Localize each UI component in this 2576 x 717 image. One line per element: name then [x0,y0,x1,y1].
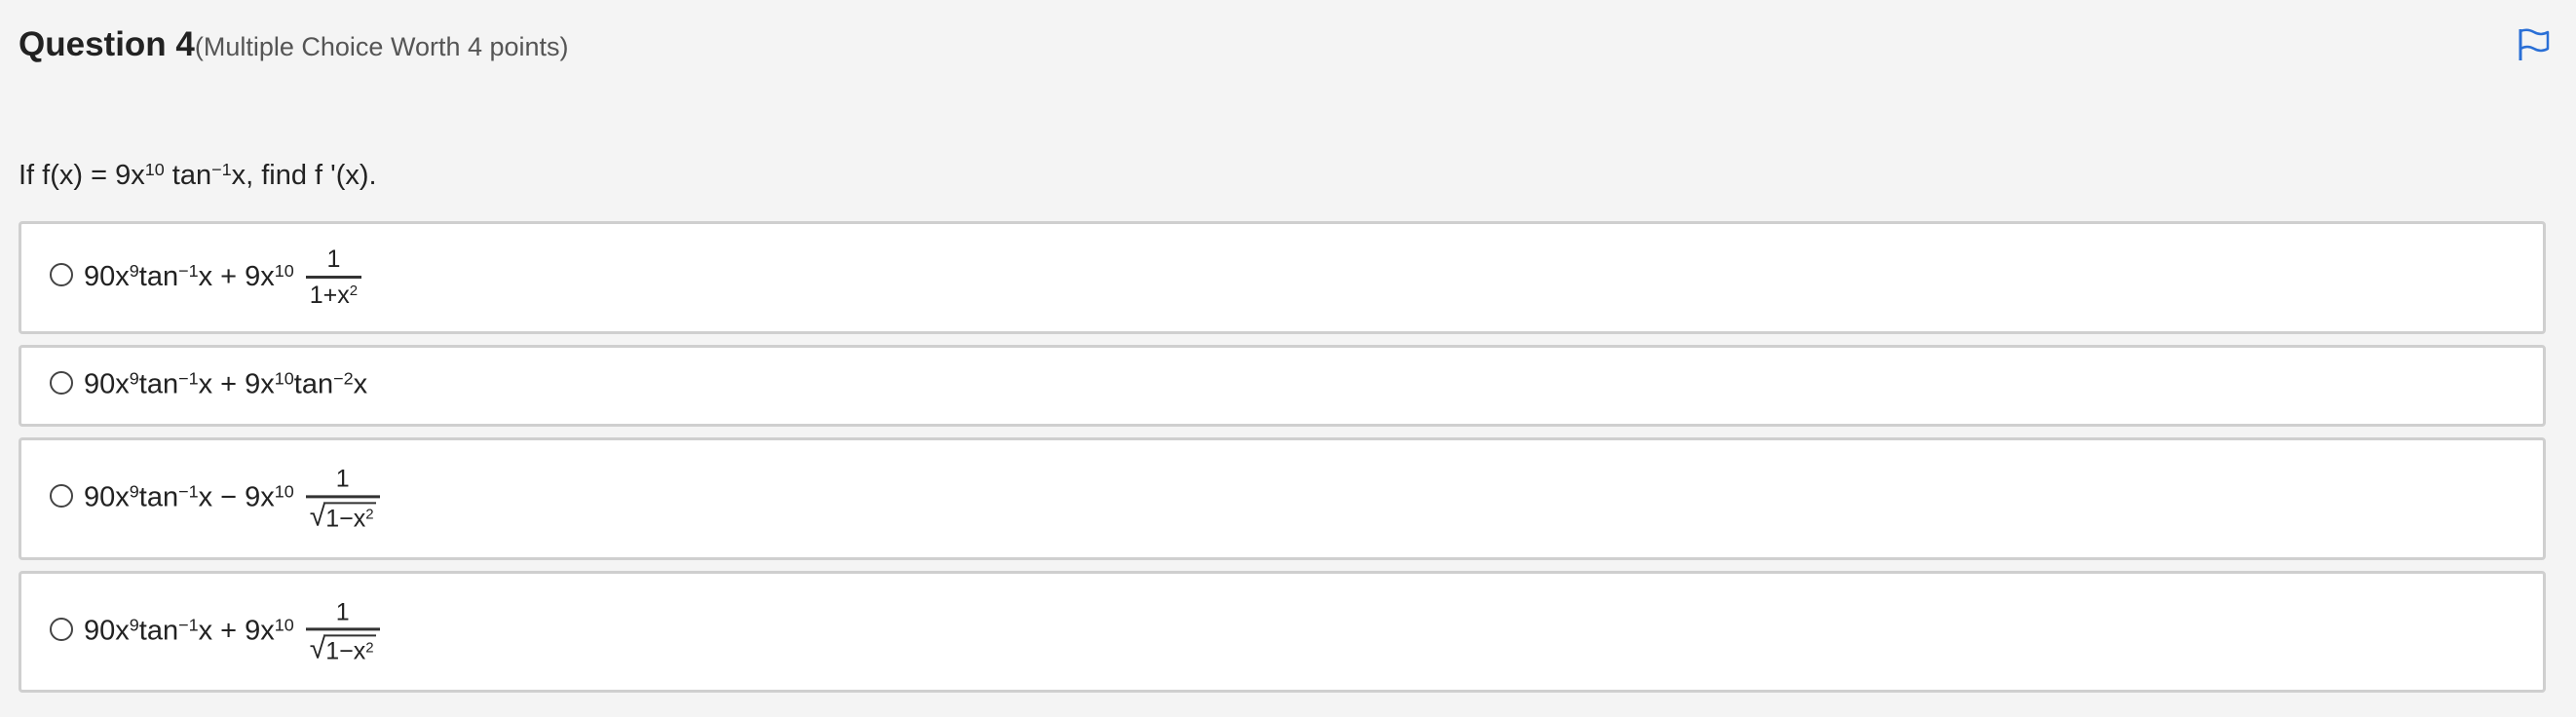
flag-button[interactable] [2518,27,2551,62]
answer-option-4[interactable]: 90x9tan−1x + 9x10 1 √ 1−x2 [19,571,2546,693]
formula-lead: 90x9tan−1x + 9x10tan−2x [84,368,368,400]
radicand: 1−x2 [323,501,376,531]
numerator: 1 [335,465,350,493]
radicand: 1−x2 [323,634,376,664]
answer-option-2[interactable]: 90x9tan−1x + 9x10tan−2x [19,345,2546,427]
fraction: 1 1+x2 [305,245,362,309]
radio-button[interactable] [50,371,73,395]
question-worth: (Multiple Choice Worth 4 points) [194,32,569,61]
denominator: √ 1−x2 [306,498,380,532]
radio-button[interactable] [50,263,73,286]
denominator: √ 1−x2 [306,630,380,664]
denominator: 1+x2 [309,281,359,309]
prompt-text: If f(x) = 9x [19,160,145,191]
answer-option-3[interactable]: 90x9tan−1x − 9x10 1 √ 1−x2 [19,437,2546,560]
numerator: 1 [326,245,341,273]
numerator: 1 [335,597,350,625]
formula-lead: 90x9tan−1x + 9x10 [84,260,294,292]
question-page: Question 4(Multiple Choice Worth 4 point… [0,0,2576,717]
formula-lead: 90x9tan−1x + 9x10 [84,615,294,646]
prompt-text: tan [164,160,212,191]
option-formula: 90x9tan−1x − 9x10 1 √ 1−x2 [84,466,380,531]
formula-lead: 90x9tan−1x − 9x10 [84,481,294,513]
question-prompt: If f(x) = 9x10 tan−1x, find f '(x). [19,160,377,192]
answer-option-1[interactable]: 90x9tan−1x + 9x10 1 1+x2 [19,221,2546,334]
question-title: Question 4 [19,25,195,63]
fraction: 1 √ 1−x2 [305,597,380,664]
flag-icon [2519,28,2550,60]
option-formula: 90x9tan−1x + 9x10 1 √ 1−x2 [84,597,380,664]
prompt-text: x, find f '(x). [231,160,377,191]
prompt-exponent: 10 [144,160,165,180]
square-root: √ 1−x2 [310,634,376,664]
radio-button[interactable] [50,484,73,508]
square-root: √ 1−x2 [310,502,376,531]
fraction: 1 √ 1−x2 [305,465,380,532]
question-header: Question 4(Multiple Choice Worth 4 point… [19,25,569,64]
option-formula: 90x9tan−1x + 9x10tan−2x [84,368,368,401]
radio-button[interactable] [50,617,73,641]
option-formula: 90x9tan−1x + 9x10 1 1+x2 [84,245,362,309]
prompt-exponent: −1 [211,160,232,180]
